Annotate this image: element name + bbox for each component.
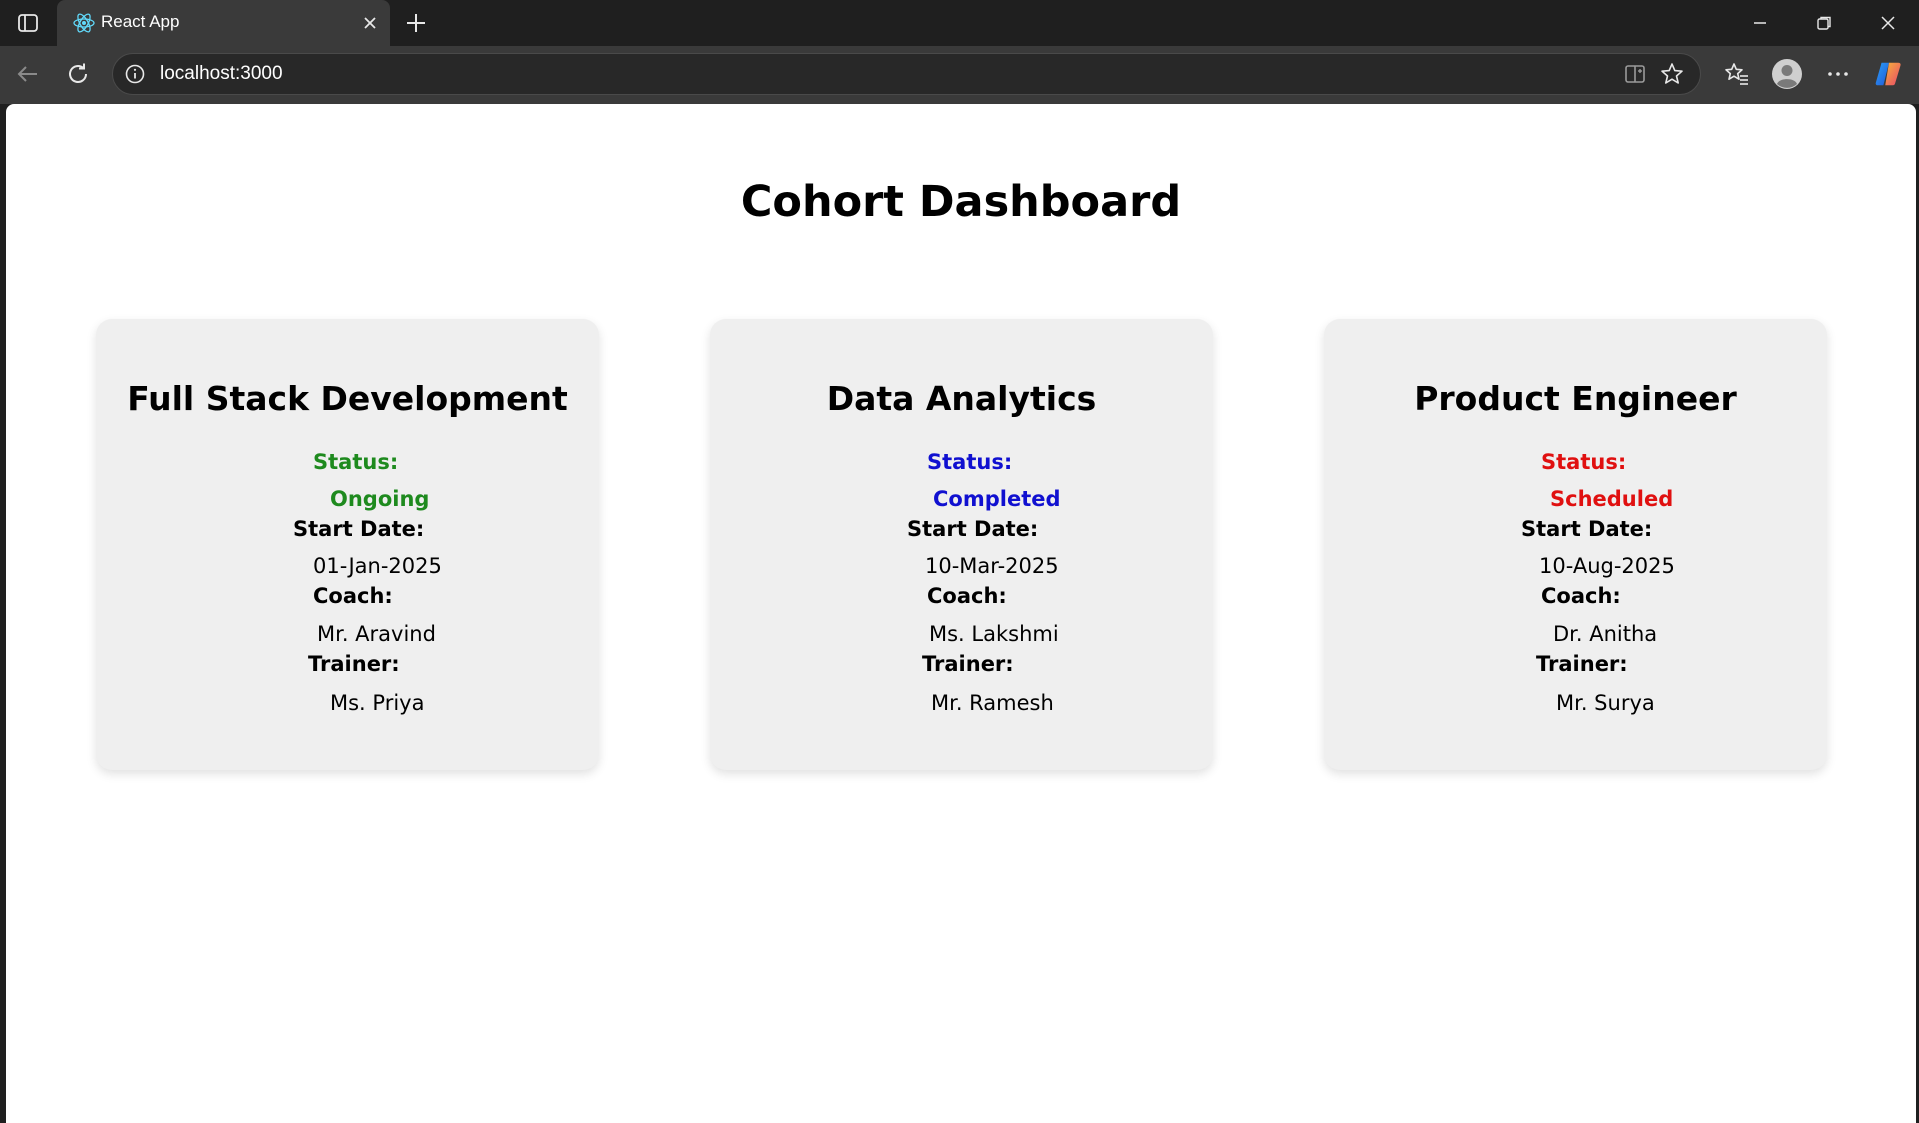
react-logo-icon xyxy=(72,11,96,35)
status-label: Status: xyxy=(927,450,1013,474)
status-value: Scheduled xyxy=(1550,487,1674,511)
status-value: Completed xyxy=(933,487,1061,511)
cohort-card: Full Stack Development Status: Ongoing S… xyxy=(96,319,599,770)
new-tab-button[interactable] xyxy=(402,9,430,37)
browser-toolbar: localhost:3000 xyxy=(0,46,1919,104)
info-icon[interactable] xyxy=(123,62,147,86)
trainer-value: Mr. Ramesh xyxy=(931,691,1054,715)
cohort-name: Data Analytics xyxy=(826,379,1097,418)
coach-value: Ms. Lakshmi xyxy=(929,622,1059,646)
cohort-card: Data Analytics Status: Completed Start D… xyxy=(710,319,1213,770)
coach-label: Coach: xyxy=(927,584,1007,608)
start-date-value: 10-Aug-2025 xyxy=(1539,554,1675,578)
page-viewport: Cohort Dashboard Full Stack Development … xyxy=(6,104,1916,1123)
start-date-value: 10-Mar-2025 xyxy=(925,554,1059,578)
trainer-value: Ms. Priya xyxy=(330,691,425,715)
trainer-value: Mr. Surya xyxy=(1556,691,1655,715)
trainer-label: Trainer: xyxy=(308,652,400,676)
browser-tab[interactable]: React App xyxy=(57,0,390,47)
status-value: Ongoing xyxy=(330,487,430,511)
coach-label: Coach: xyxy=(1541,584,1621,608)
coach-value: Mr. Aravind xyxy=(317,622,436,646)
copilot-icon[interactable] xyxy=(1874,59,1904,89)
close-window-icon[interactable] xyxy=(1868,8,1908,38)
address-bar[interactable]: localhost:3000 xyxy=(112,53,1701,95)
close-icon[interactable] xyxy=(360,13,380,33)
more-icon[interactable] xyxy=(1823,59,1853,89)
arrow-left-icon[interactable] xyxy=(13,59,43,89)
reload-icon[interactable] xyxy=(63,59,93,89)
coach-label: Coach: xyxy=(313,584,393,608)
avatar-icon[interactable] xyxy=(1771,58,1803,90)
browser-titlebar: React App xyxy=(0,0,1919,47)
favorites-icon[interactable] xyxy=(1722,59,1752,89)
start-date-label: Start Date: xyxy=(1521,517,1653,541)
url-text[interactable]: localhost:3000 xyxy=(160,63,283,85)
cohort-card: Product Engineer Status: Scheduled Start… xyxy=(1324,319,1827,770)
start-date-label: Start Date: xyxy=(907,517,1039,541)
plus-icon xyxy=(407,14,425,32)
split-screen-icon[interactable] xyxy=(1620,59,1650,89)
status-label: Status: xyxy=(313,450,399,474)
coach-value: Dr. Anitha xyxy=(1553,622,1658,646)
trainer-label: Trainer: xyxy=(922,652,1014,676)
start-date-label: Start Date: xyxy=(293,517,425,541)
cohort-name: Product Engineer xyxy=(1414,379,1737,418)
page-title: Cohort Dashboard xyxy=(740,177,1182,227)
cohort-name: Full Stack Development xyxy=(127,379,568,418)
minimize-icon[interactable] xyxy=(1740,8,1780,38)
restore-icon[interactable] xyxy=(1804,8,1844,38)
start-date-value: 01-Jan-2025 xyxy=(313,554,442,578)
tab-actions-icon[interactable] xyxy=(12,10,44,36)
trainer-label: Trainer: xyxy=(1536,652,1628,676)
tab-title: React App xyxy=(101,12,180,31)
star-icon[interactable] xyxy=(1657,59,1687,89)
status-label: Status: xyxy=(1541,450,1627,474)
